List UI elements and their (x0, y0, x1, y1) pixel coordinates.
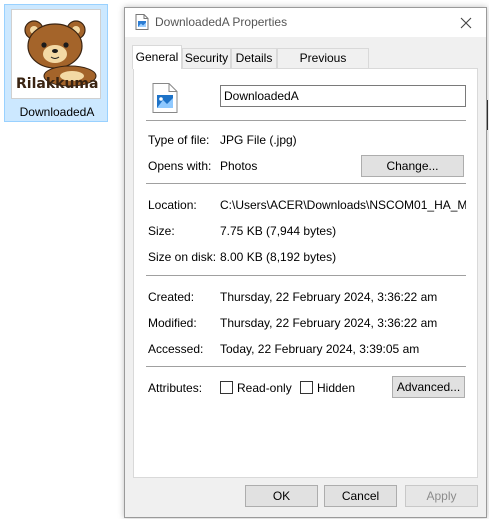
location-label: Location: (148, 198, 197, 212)
file-thumbnail: Rilakkuma (11, 9, 101, 99)
file-name-field[interactable] (220, 85, 466, 107)
hidden-label[interactable]: Hidden (317, 381, 355, 395)
advanced-button[interactable]: Advanced... (392, 376, 465, 398)
rilakkuma-thumbnail-image: Rilakkuma (16, 20, 98, 92)
modified-value: Thursday, 22 February 2024, 3:36:22 am (220, 316, 438, 330)
change-button[interactable]: Change... (361, 155, 464, 177)
opens-with-label: Opens with: (148, 159, 212, 173)
modified-label: Modified: (148, 316, 197, 330)
type-of-file-label: Type of file: (148, 133, 210, 147)
hidden-checkbox[interactable] (300, 381, 313, 394)
read-only-checkbox[interactable] (220, 381, 233, 394)
size-label: Size: (148, 224, 175, 238)
location-value: C:\Users\ACER\Downloads\NSCOM01_HA_MATA (220, 198, 466, 212)
apply-button[interactable]: Apply (405, 485, 478, 507)
close-button[interactable] (446, 8, 486, 37)
tab-security[interactable]: Security (182, 48, 231, 68)
created-label: Created: (148, 290, 195, 304)
divider (146, 120, 466, 121)
tab-previous-versions[interactable]: Previous Versions (277, 48, 369, 83)
divider (146, 275, 466, 276)
svg-text:Rilakkuma: Rilakkuma (16, 76, 98, 92)
size-value: 7.75 KB (7,944 bytes) (220, 224, 337, 238)
size-on-disk-value: 8.00 KB (8,192 bytes) (220, 250, 337, 264)
file-name-label: DownloadedA (19, 105, 95, 119)
divider (146, 366, 466, 367)
attributes-label: Attributes: (148, 381, 203, 395)
type-of-file-value: JPG File (.jpg) (220, 133, 297, 147)
size-on-disk-label: Size on disk: (148, 250, 217, 264)
accessed-value: Today, 22 February 2024, 3:39:05 am (220, 342, 420, 356)
image-file-icon (135, 14, 149, 33)
properties-dialog: DownloadedA Properties General Security … (124, 7, 487, 518)
ok-button[interactable]: OK (245, 485, 318, 507)
accessed-label: Accessed: (148, 342, 204, 356)
cancel-button[interactable]: Cancel (324, 485, 397, 507)
dialog-title: DownloadedA Properties (155, 15, 288, 29)
tab-general[interactable]: General (132, 45, 182, 69)
tab-details[interactable]: Details (231, 48, 277, 68)
read-only-label[interactable]: Read-only (237, 381, 292, 395)
created-value: Thursday, 22 February 2024, 3:36:22 am (220, 290, 438, 304)
desktop-file-item[interactable]: Rilakkuma DownloadedA (4, 4, 108, 122)
general-tab-panel: Type of file: JPG File (.jpg) Opens with… (133, 68, 478, 478)
opens-with-value: Photos (220, 159, 258, 173)
close-icon (460, 17, 472, 28)
image-file-icon (152, 83, 178, 116)
divider (146, 183, 466, 184)
title-bar[interactable]: DownloadedA Properties (125, 8, 486, 37)
